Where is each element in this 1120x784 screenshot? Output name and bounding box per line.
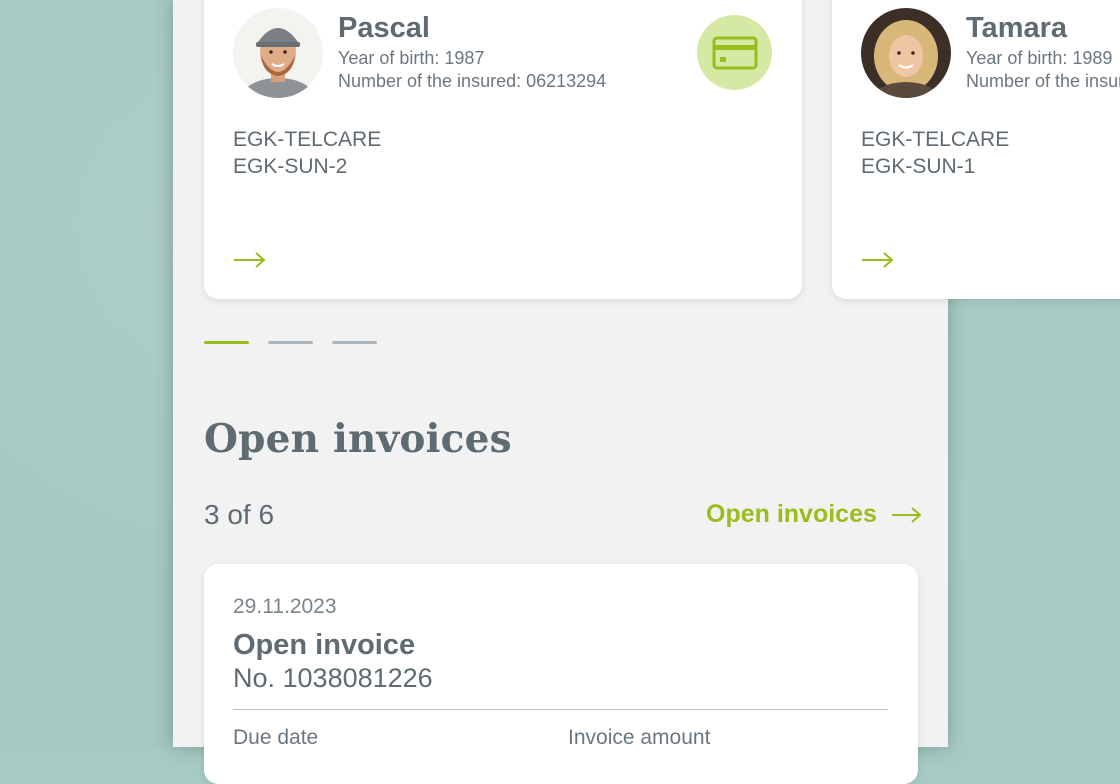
carousel-dot[interactable] xyxy=(332,341,377,344)
year-of-birth: Year of birth: 1987 xyxy=(338,48,485,68)
open-invoices-link[interactable]: Open invoices xyxy=(706,500,923,529)
insured-number: Number of the insured xyxy=(966,71,1120,91)
invoice-date: 29.11.2023 xyxy=(233,595,337,618)
insured-card-pascal[interactable]: Pascal Year of birth: 1987 Number of the… xyxy=(204,0,802,299)
product-name: EGK-SUN-1 xyxy=(861,155,976,178)
avatar xyxy=(233,8,323,98)
open-invoices-link-label: Open invoices xyxy=(706,500,877,528)
carousel-pagination xyxy=(204,341,377,344)
product-name: EGK-TELCARE xyxy=(861,128,1010,151)
due-date-label: Due date xyxy=(233,726,319,749)
carousel-dot[interactable] xyxy=(268,341,313,344)
product-name: EGK-SUN-2 xyxy=(233,155,348,178)
arrow-right-icon[interactable] xyxy=(861,250,895,270)
product-name: EGK-TELCARE xyxy=(233,128,382,151)
insured-name: Tamara xyxy=(966,12,1068,44)
carousel-dot[interactable] xyxy=(204,341,249,344)
insured-card-tamara[interactable]: Tamara Year of birth: 1989 Number of the… xyxy=(832,0,1120,299)
invoice-amount-label: Invoice amount xyxy=(568,726,711,749)
invoice-count: 3 of 6 xyxy=(204,499,275,530)
arrow-right-icon[interactable] xyxy=(233,250,267,270)
divider xyxy=(233,709,888,710)
insurance-card-button[interactable] xyxy=(697,15,772,90)
avatar xyxy=(861,8,951,98)
insured-number: Number of the insured: 06213294 xyxy=(338,71,607,91)
insured-name: Pascal xyxy=(338,12,430,44)
section-title: Open invoices xyxy=(204,416,512,462)
arrow-right-icon xyxy=(891,506,922,523)
year-of-birth: Year of birth: 1989 xyxy=(966,48,1113,68)
invoice-number: No. 1038081226 xyxy=(233,663,433,693)
credit-card-icon xyxy=(712,36,757,69)
invoice-title: Open invoice xyxy=(233,629,416,661)
invoice-card[interactable]: 29.11.2023 Open invoice No. 1038081226 D… xyxy=(204,564,918,784)
